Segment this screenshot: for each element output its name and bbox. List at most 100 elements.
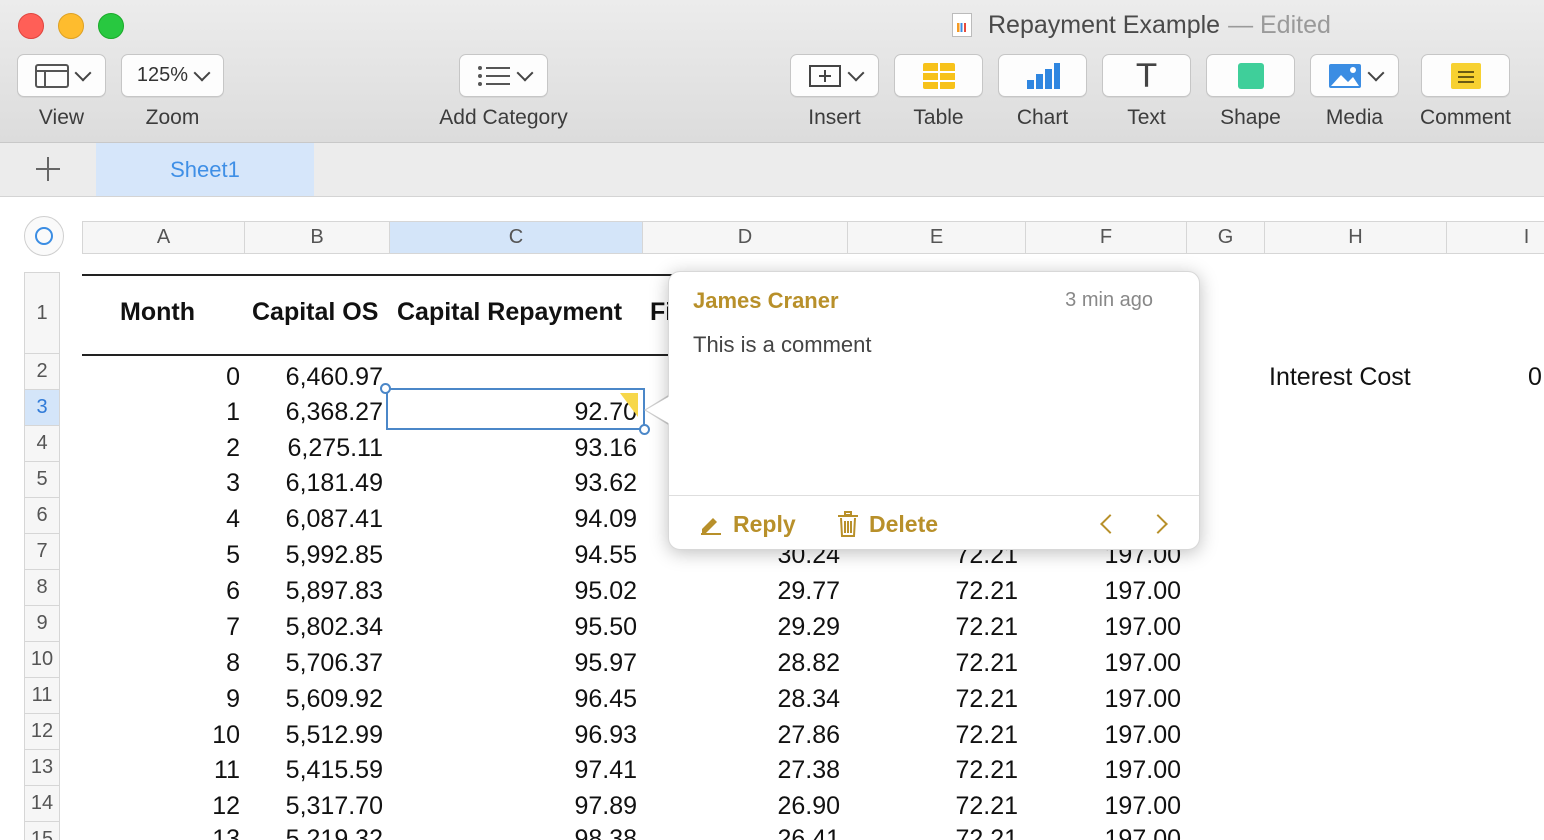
cell-capital-os[interactable]: 6,087.41 [250, 505, 383, 534]
cell-month[interactable]: 8 [150, 649, 240, 678]
header-capital-os[interactable]: Capital OS [252, 298, 378, 327]
cell-month[interactable]: 4 [150, 505, 240, 534]
cell-column-e[interactable]: 72.21 [880, 649, 1018, 678]
reply-button[interactable]: Reply [699, 509, 796, 539]
cell-capital-repayment[interactable]: 93.16 [420, 434, 637, 463]
cell-column-f[interactable]: 197.00 [1040, 825, 1181, 840]
cell-month[interactable]: 5 [150, 541, 240, 570]
next-comment-button[interactable] [1148, 512, 1173, 536]
row-header-4[interactable]: 4 [25, 426, 59, 462]
cell-capital-repayment[interactable]: 95.50 [420, 613, 637, 642]
cell-capital-repayment[interactable]: 96.45 [420, 685, 637, 714]
header-capital-repayment[interactable]: Capital Repayment [397, 298, 622, 327]
cell-capital-os[interactable]: 5,992.85 [250, 541, 383, 570]
row-header-6[interactable]: 6 [25, 498, 59, 534]
cell-column-e[interactable]: 72.21 [880, 756, 1018, 785]
selection-handle-top[interactable] [380, 383, 391, 394]
select-table-button[interactable] [24, 216, 64, 256]
row-header-5[interactable]: 5 [25, 462, 59, 498]
cell-capital-repayment[interactable]: 97.41 [420, 756, 637, 785]
column-header-i[interactable]: I [1447, 222, 1544, 253]
column-header-d[interactable]: D [643, 222, 848, 253]
zoom-window-button[interactable] [98, 13, 124, 39]
cell-month[interactable]: 12 [150, 792, 240, 821]
interest-cost-label[interactable]: Interest Cost [1269, 363, 1411, 392]
cell-capital-repayment[interactable]: 95.97 [420, 649, 637, 678]
cell-column-d[interactable]: 26.90 [700, 792, 840, 821]
cell-capital-repayment[interactable]: 95.02 [420, 577, 637, 606]
row-header-10[interactable]: 10 [25, 642, 59, 678]
row-header-7[interactable]: 7 [25, 534, 59, 570]
row-header-14[interactable]: 14 [25, 786, 59, 822]
cell-column-f[interactable]: 197.00 [1040, 577, 1181, 606]
delete-button[interactable]: Delete [837, 509, 938, 539]
cell-column-f[interactable]: 197.00 [1040, 649, 1181, 678]
row-header-15[interactable]: 15 [25, 822, 59, 840]
add-sheet-plus-icon[interactable] [34, 155, 62, 183]
tab-sheet1[interactable]: Sheet1 [96, 143, 314, 196]
row-header-12[interactable]: 12 [25, 714, 59, 750]
column-header-h[interactable]: H [1265, 222, 1447, 253]
cell-column-f[interactable]: 197.00 [1040, 685, 1181, 714]
cell-capital-os[interactable]: 6,460.97 [250, 363, 383, 392]
cell-column-e[interactable]: 72.21 [880, 721, 1018, 750]
chart-button[interactable] [998, 54, 1087, 97]
cell-column-d[interactable]: 28.82 [700, 649, 840, 678]
cell-capital-repayment[interactable]: 94.55 [420, 541, 637, 570]
cell-month[interactable]: 6 [150, 577, 240, 606]
column-header-b[interactable]: B [245, 222, 390, 253]
column-header-f[interactable]: F [1026, 222, 1187, 253]
cell-column-e[interactable]: 72.21 [880, 685, 1018, 714]
cell-capital-os[interactable]: 5,219.32 [250, 825, 383, 840]
row-header-13[interactable]: 13 [25, 750, 59, 786]
cell-month[interactable]: 11 [150, 756, 240, 785]
cell-month[interactable]: 0 [150, 363, 240, 392]
cell-capital-repayment[interactable]: 98.38 [420, 825, 637, 840]
cell-column-d[interactable]: 26.41 [700, 825, 840, 840]
cell-column-d[interactable]: 29.77 [700, 577, 840, 606]
cell-column-e[interactable]: 72.21 [880, 792, 1018, 821]
cell-capital-repayment[interactable]: 97.89 [420, 792, 637, 821]
cell-capital-repayment[interactable]: 96.93 [420, 721, 637, 750]
cell-column-e[interactable]: 72.21 [880, 613, 1018, 642]
cell-column-f[interactable]: 197.00 [1040, 613, 1181, 642]
comment-button[interactable] [1421, 54, 1510, 97]
row-header-11[interactable]: 11 [25, 678, 59, 714]
cell-column-f[interactable]: 197.00 [1040, 721, 1181, 750]
cell-capital-os[interactable]: 5,802.34 [250, 613, 383, 642]
cell-capital-os[interactable]: 6,368.27 [250, 398, 383, 427]
cell-column-d[interactable]: 28.34 [700, 685, 840, 714]
cell-capital-os[interactable]: 6,275.11 [250, 434, 383, 463]
column-header-g[interactable]: G [1187, 222, 1265, 253]
cell-month[interactable]: 9 [150, 685, 240, 714]
cell-capital-os[interactable]: 5,897.83 [250, 577, 383, 606]
column-header-a[interactable]: A [83, 222, 245, 253]
cell-column-f[interactable]: 197.00 [1040, 792, 1181, 821]
media-button[interactable] [1310, 54, 1399, 97]
row-header-3[interactable]: 3 [25, 390, 59, 426]
interest-cost-value[interactable]: 0 [1528, 363, 1542, 392]
text-button[interactable]: T [1102, 54, 1191, 97]
table-button[interactable] [894, 54, 983, 97]
cell-column-d[interactable]: 29.29 [700, 613, 840, 642]
cell-month[interactable]: 13 [150, 825, 240, 840]
cell-capital-repayment[interactable]: 93.62 [420, 469, 637, 498]
cell-month[interactable]: 2 [150, 434, 240, 463]
cell-capital-os[interactable]: 5,706.37 [250, 649, 383, 678]
insert-button[interactable] [790, 54, 879, 97]
comment-flag-icon[interactable] [620, 393, 638, 417]
cell-month[interactable]: 1 [150, 398, 240, 427]
cell-capital-repayment[interactable]: 94.09 [420, 505, 637, 534]
cell-month[interactable]: 7 [150, 613, 240, 642]
cell-capital-os[interactable]: 5,317.70 [250, 792, 383, 821]
cell-column-d[interactable]: 27.86 [700, 721, 840, 750]
cell-column-e[interactable]: 72.21 [880, 825, 1018, 840]
add-category-button[interactable] [459, 54, 548, 97]
zoom-select[interactable]: 125% [121, 54, 224, 97]
cell-capital-os[interactable]: 5,609.92 [250, 685, 383, 714]
row-header-9[interactable]: 9 [25, 606, 59, 642]
cell-column-e[interactable]: 72.21 [880, 577, 1018, 606]
cell-column-f[interactable]: 197.00 [1040, 756, 1181, 785]
previous-comment-button[interactable] [1095, 512, 1120, 536]
view-button[interactable] [17, 54, 106, 97]
